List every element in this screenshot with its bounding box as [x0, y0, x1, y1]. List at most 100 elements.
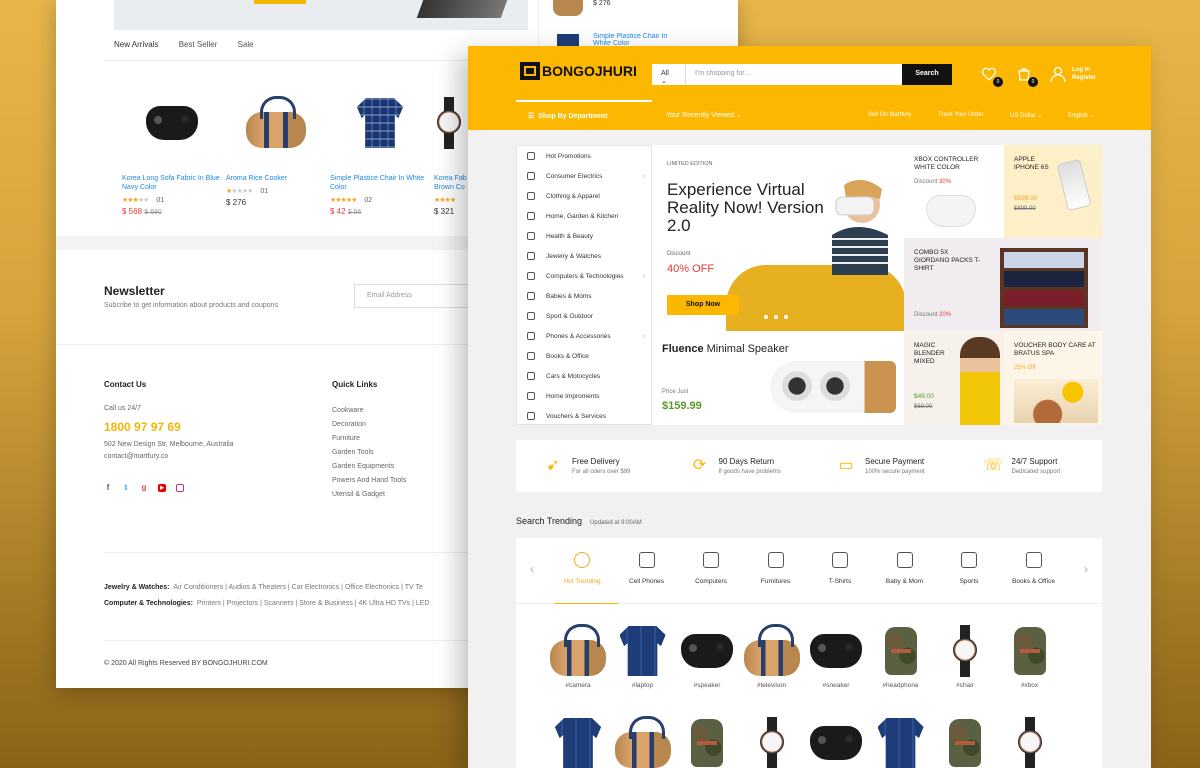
facebook-icon[interactable]: f: [104, 484, 112, 492]
tab-best-seller[interactable]: Best Seller: [179, 40, 218, 49]
sidebar-item[interactable]: Home, Garden & Kitchen: [517, 206, 651, 226]
trending-tab[interactable]: Computers: [683, 552, 739, 585]
sidebar-item[interactable]: Clothing & Apparel: [517, 186, 651, 206]
youtube-icon[interactable]: ▶: [158, 484, 166, 492]
user-icon[interactable]: [1050, 66, 1068, 84]
product-card[interactable]: Korea Long Sofa Fabric In Blue Navy Colo…: [122, 78, 222, 216]
trending-product[interactable]: [808, 716, 864, 768]
trending-tag[interactable]: #chair: [937, 682, 993, 689]
search-button[interactable]: Search: [902, 64, 952, 85]
trending-product[interactable]: [550, 716, 606, 768]
category-select[interactable]: All ⌄: [652, 64, 686, 85]
trending-product[interactable]: [873, 716, 929, 768]
trending-tab[interactable]: Sports: [941, 552, 997, 585]
cart-icon[interactable]: 0: [1016, 66, 1038, 87]
promo-tile-blender[interactable]: MAGIC BLENDER MIXED $49.00 $69.00: [904, 331, 1004, 425]
tab-sale[interactable]: Sale: [238, 40, 254, 49]
slider-dots[interactable]: [764, 315, 788, 319]
phone-number[interactable]: 1800 97 97 69: [104, 420, 181, 434]
product-card[interactable]: Simple Plastice Chair In White Color ★★★…: [330, 78, 430, 216]
trending-product[interactable]: [679, 716, 735, 768]
trending-product[interactable]: [1002, 716, 1058, 768]
language-select[interactable]: English ⌄: [1068, 112, 1094, 119]
side-title[interactable]: Simple Plastice Chair In White Color: [593, 33, 673, 47]
shop-now-button[interactable]: Shop Now: [667, 295, 739, 315]
quick-link[interactable]: Furniture: [332, 432, 406, 446]
promo-banner[interactable]: [114, 0, 528, 30]
register-link[interactable]: Register: [1072, 74, 1096, 82]
chevron-left-icon[interactable]: ‹: [530, 562, 534, 576]
trending-product[interactable]: [937, 716, 993, 768]
trending-tag[interactable]: #speaker: [679, 682, 735, 689]
trending-product[interactable]: #chair: [937, 624, 993, 689]
currency-select[interactable]: US Dollar ⌄: [1010, 112, 1042, 119]
quick-link[interactable]: Powers And Hand Tools: [332, 474, 406, 488]
sidebar-item[interactable]: Vouchers & Services: [517, 406, 651, 426]
trending-product[interactable]: #headphone: [873, 624, 929, 689]
quick-link[interactable]: Garden Equipments: [332, 460, 406, 474]
tab-new-arrivals[interactable]: New Arrivals: [114, 40, 158, 49]
promo-tile-xbox[interactable]: XBOX CONTROLLER WHITE COLOR Discount 30%: [904, 145, 1004, 238]
sidebar-item[interactable]: Babies & Moms: [517, 286, 651, 306]
sidebar-item-label: Consumer Electrics: [546, 172, 603, 180]
recently-viewed-dropdown[interactable]: Your Recently Viewed ⌄: [666, 111, 742, 119]
sidebar-item[interactable]: Cars & Motocycles: [517, 366, 651, 386]
trending-tag[interactable]: #xbox: [1002, 682, 1058, 689]
trending-tab[interactable]: Baby & Mom: [877, 552, 933, 585]
twitter-icon[interactable]: t: [122, 484, 130, 492]
product-card[interactable]: Aroma Rice Cooker ★★★★★ 01 $ 276: [226, 78, 326, 207]
trending-product[interactable]: #camera: [550, 624, 606, 689]
sell-link[interactable]: Sell On Martfury: [868, 112, 911, 118]
promo-tile-speaker[interactable]: Fluence Minimal Speaker Price Just $159.…: [652, 331, 904, 425]
product-title[interactable]: Korea Long Sofa Fabric In Blue Navy Colo…: [122, 174, 222, 192]
quick-link[interactable]: Garden Tools: [332, 446, 406, 460]
sidebar-item[interactable]: Phones & Accessories ›: [517, 326, 651, 346]
wishlist-icon[interactable]: 0: [981, 66, 1003, 87]
promo-tile-combo[interactable]: COMBO 5X GIORDANO PACKS T-SHIRT Discount…: [904, 238, 1102, 331]
search-input[interactable]: I'm shopping for...: [686, 64, 902, 85]
trending-product[interactable]: #televison: [743, 624, 800, 689]
logo[interactable]: BONGOJHURI: [520, 62, 637, 80]
trending-product[interactable]: [744, 716, 800, 768]
instagram-icon[interactable]: [176, 484, 184, 492]
trending-product[interactable]: #xbox: [1002, 624, 1058, 689]
track-order-link[interactable]: Track Your Order: [938, 112, 983, 118]
trending-tab[interactable]: Furnitures: [748, 552, 804, 585]
google-plus-icon[interactable]: g: [140, 484, 148, 492]
product-title[interactable]: Aroma Rice Cooker: [226, 174, 326, 183]
sidebar-item[interactable]: Sport & Outdoor: [517, 306, 651, 326]
sidebar-item[interactable]: Computers & Technologies ›: [517, 266, 651, 286]
trending-tag[interactable]: #televison: [744, 682, 800, 689]
promo-tile-voucher[interactable]: VOUCHER BODY CARE AT BRATUS SPA 25% Off: [1004, 331, 1102, 425]
trending-tab[interactable]: T-Shirts: [812, 552, 868, 585]
quick-link[interactable]: Cookware: [332, 404, 406, 418]
trending-tag[interactable]: #headphone: [873, 682, 929, 689]
sidebar-item[interactable]: Books & Office: [517, 346, 651, 366]
shop-by-department-button[interactable]: ☰ Shop By Department: [516, 100, 652, 130]
trending-product[interactable]: #laptop: [615, 624, 671, 689]
email-link[interactable]: contact@martfury.co: [104, 450, 168, 464]
product-image: [681, 634, 733, 668]
sidebar-item[interactable]: Hot Promotions: [517, 146, 651, 166]
category-icon: [527, 232, 535, 240]
sidebar-item[interactable]: Jewelry & Watches: [517, 246, 651, 266]
quick-link[interactable]: Decoration: [332, 418, 406, 432]
sidebar-item[interactable]: Health & Beauty: [517, 226, 651, 246]
quick-link[interactable]: Utensil & Gadget: [332, 488, 406, 502]
trending-tab[interactable]: Books & Office: [1006, 552, 1062, 585]
sidebar-item[interactable]: Consumer Electrics ›: [517, 166, 651, 186]
trending-tab[interactable]: Hot Trending: [554, 552, 618, 605]
trending-tag[interactable]: #camera: [550, 682, 606, 689]
product-title[interactable]: Simple Plastice Chair In White Color: [330, 174, 430, 192]
trending-product[interactable]: #speaker: [679, 624, 735, 689]
sidebar-item[interactable]: Home Improments: [517, 386, 651, 406]
login-link[interactable]: Log In: [1072, 66, 1096, 74]
trending-tag[interactable]: #laptop: [615, 682, 671, 689]
promo-tile-iphone[interactable]: APPLE IPHONE 6S $599.00 $899.00: [1004, 145, 1102, 238]
trending-tab[interactable]: Cell Phones: [619, 552, 675, 585]
trending-product[interactable]: #sneaker: [808, 624, 864, 689]
chevron-right-icon[interactable]: ›: [1084, 562, 1088, 576]
trending-tag[interactable]: #sneaker: [808, 682, 864, 689]
trending-product[interactable]: [614, 716, 671, 768]
hero-slider[interactable]: LIMITED EDITION Experience Virtual Reali…: [652, 145, 904, 331]
